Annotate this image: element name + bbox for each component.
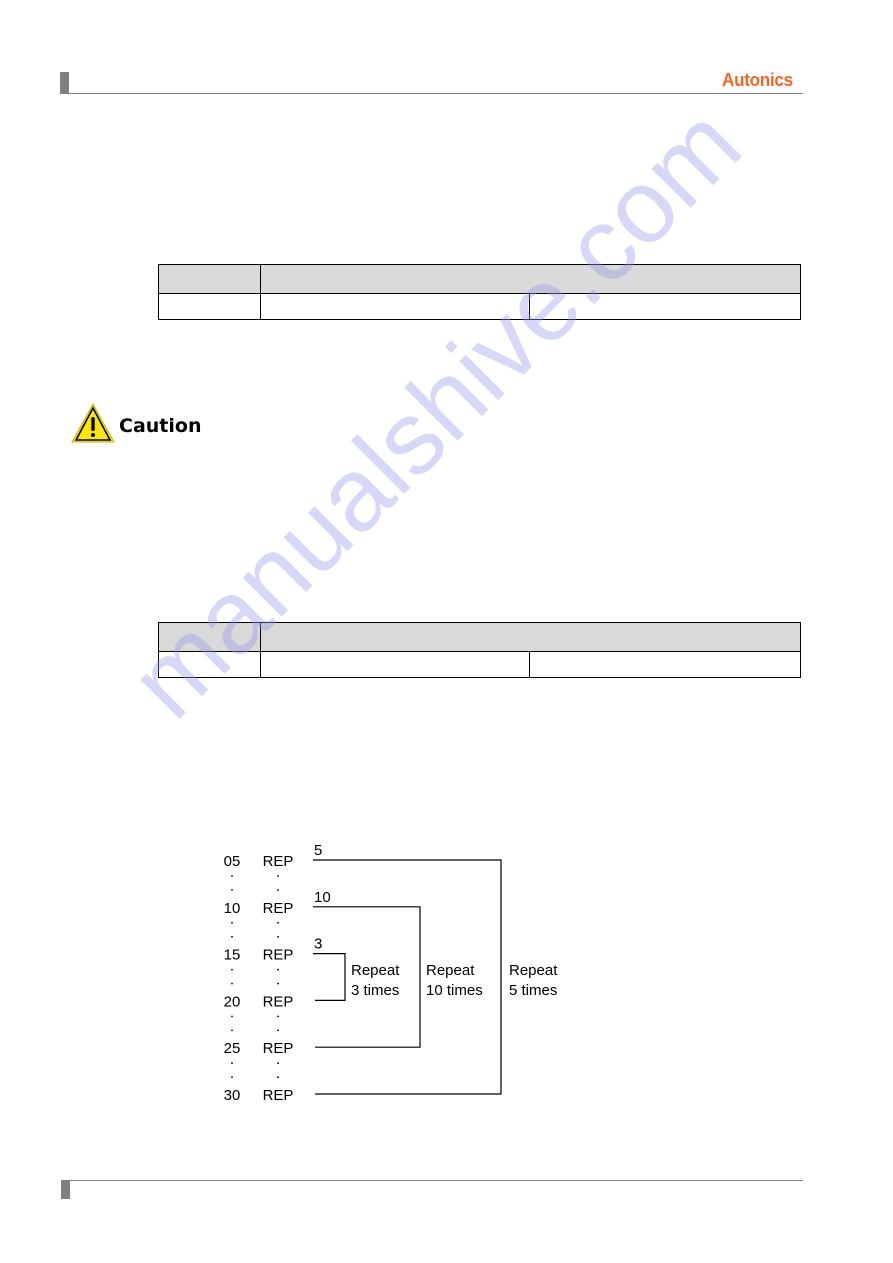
table-header-cell: [158, 264, 261, 294]
rep-command: REP: [263, 1040, 294, 1057]
step-number: 25: [224, 1040, 241, 1057]
table-row: [158, 651, 801, 678]
rep-command: REP: [263, 947, 294, 964]
spec-table-1: [158, 264, 801, 320]
spec-table-2: [158, 622, 801, 678]
continuation-dot: [231, 968, 233, 971]
table-cell: [158, 293, 261, 320]
table-header-cell: [260, 622, 801, 652]
continuation-dot: [277, 921, 279, 924]
step-number: 30: [224, 1087, 241, 1104]
continuation-dot: [231, 935, 233, 938]
caution-callout: Caution: [70, 402, 201, 444]
table-cell: [260, 651, 530, 678]
loop-count: 5: [314, 842, 322, 859]
loop-caption: Repeat: [509, 962, 558, 979]
loop-bracket: [313, 906, 421, 1048]
continuation-dot: [277, 1015, 279, 1018]
continuation-dot: [231, 1062, 233, 1065]
rep-command: REP: [263, 900, 294, 917]
continuation-dot: [277, 1029, 279, 1032]
rep-command: REP: [263, 853, 294, 870]
step-number: 20: [224, 993, 241, 1010]
loop-caption: 5 times: [509, 982, 557, 999]
brand-logo: Autonics: [722, 70, 793, 90]
loop-caption: 3 times: [351, 982, 399, 999]
table-header-row: [158, 622, 801, 652]
continuation-dot: [231, 1029, 233, 1032]
table-cell: [158, 651, 261, 678]
continuation-dot: [277, 889, 279, 891]
loop-caption: Repeat: [351, 962, 400, 979]
continuation-dot: [231, 1015, 233, 1018]
continuation-dot: [277, 968, 279, 971]
table-header-cell: [260, 264, 801, 294]
table-cell: [529, 293, 801, 320]
continuation-dot: [231, 875, 233, 877]
loop-count: 3: [314, 936, 322, 953]
caution-label: Caution: [119, 415, 202, 437]
continuation-dot: [231, 1076, 233, 1079]
continuation-dot: [277, 935, 279, 938]
continuation-dot: [277, 1062, 279, 1065]
table-header-row: [158, 264, 801, 294]
loop-bracket: [313, 952, 346, 1002]
header-accent-block: [60, 72, 69, 94]
continuation-dot: [277, 982, 279, 985]
continuation-dot: [231, 889, 233, 891]
continuation-dot: [277, 875, 279, 877]
warning-triangle-icon: [71, 402, 115, 443]
loop-count: 10: [314, 889, 331, 906]
rep-command: REP: [263, 993, 294, 1010]
step-number: 05: [224, 853, 241, 870]
loop-bracket: [313, 859, 502, 1095]
loop-caption: Repeat: [426, 962, 475, 979]
step-number: 10: [224, 900, 241, 917]
step-number: 15: [224, 947, 241, 964]
footer-accent-block: [61, 1180, 70, 1199]
loop-caption: 10 times: [426, 982, 483, 999]
table-cell: [529, 651, 801, 678]
header-rule: [60, 93, 803, 94]
table-header-cell: [158, 622, 261, 652]
footer-rule: [61, 1180, 803, 1181]
table-row: [158, 293, 801, 320]
continuation-dot: [231, 921, 233, 924]
rep-command: REP: [263, 1087, 294, 1104]
continuation-dot: [277, 1076, 279, 1079]
continuation-dot: [231, 982, 233, 985]
table-cell: [260, 293, 530, 320]
